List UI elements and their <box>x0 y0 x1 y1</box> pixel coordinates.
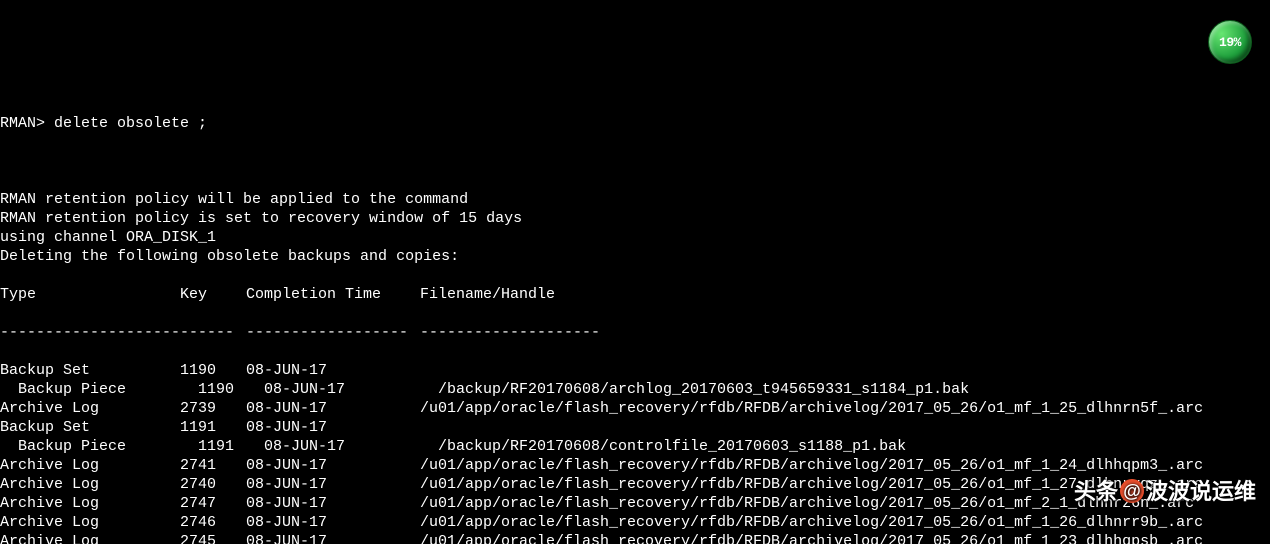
cell-file: /backup/RF20170608/archlog_20170603_t945… <box>438 380 1270 399</box>
cell-time: 08-JUN-17 <box>246 418 420 437</box>
table-row: Backup Set119108-JUN-17 <box>0 418 1270 437</box>
progress-badge: 19% <box>1208 20 1252 64</box>
header-key: Key <box>180 285 246 304</box>
table-row: Backup Piece119108-JUN-17/backup/RF20170… <box>0 437 1270 456</box>
cell-type: Archive Log <box>0 456 180 475</box>
cell-time: 08-JUN-17 <box>246 513 420 532</box>
output-line: Deleting the following obsolete backups … <box>0 247 1270 266</box>
cell-file: /u01/app/oracle/flash_recovery/rfdb/RFDB… <box>420 532 1270 544</box>
table-row: Backup Set119008-JUN-17 <box>0 361 1270 380</box>
table-header: TypeKeyCompletion TimeFilename/Handle <box>0 285 1270 304</box>
blank-line <box>0 152 1270 171</box>
table-row: Archive Log273908-JUN-17/u01/app/oracle/… <box>0 399 1270 418</box>
cell-time: 08-JUN-17 <box>264 437 438 456</box>
cell-key: 2746 <box>180 513 246 532</box>
rman-prompt: RMAN> <box>0 115 54 132</box>
cell-time: 08-JUN-17 <box>246 494 420 513</box>
cell-file: /u01/app/oracle/flash_recovery/rfdb/RFDB… <box>420 513 1270 532</box>
table-separator: ----------------------------------------… <box>0 323 1270 342</box>
cell-time: 08-JUN-17 <box>246 475 420 494</box>
output-line: RMAN retention policy will be applied to… <box>0 190 1270 209</box>
watermark: 头条 @ 波波说运维 <box>1074 479 1256 503</box>
cell-key: 1190 <box>198 380 264 399</box>
cell-type: Archive Log <box>0 494 180 513</box>
output-line: using channel ORA_DISK_1 <box>0 228 1270 247</box>
table-row: Archive Log274108-JUN-17/u01/app/oracle/… <box>0 456 1270 475</box>
cell-file <box>420 361 1270 380</box>
cell-key: 2747 <box>180 494 246 513</box>
cell-key: 1191 <box>180 418 246 437</box>
cell-key: 2740 <box>180 475 246 494</box>
cell-file: /backup/RF20170608/controlfile_20170603_… <box>438 437 1270 456</box>
table-row: Backup Piece119008-JUN-17/backup/RF20170… <box>0 380 1270 399</box>
watermark-label: 头条 <box>1074 482 1118 501</box>
header-time: Completion Time <box>246 285 420 304</box>
header-type: Type <box>0 285 180 304</box>
cell-key: 2741 <box>180 456 246 475</box>
header-file: Filename/Handle <box>420 285 1270 304</box>
cell-time: 08-JUN-17 <box>246 532 420 544</box>
cell-file: /u01/app/oracle/flash_recovery/rfdb/RFDB… <box>420 399 1270 418</box>
cell-time: 08-JUN-17 <box>246 399 420 418</box>
command-text: delete obsolete ; <box>54 115 207 132</box>
cell-time: 08-JUN-17 <box>246 361 420 380</box>
cell-type: Backup Piece <box>0 437 198 456</box>
cell-type: Backup Piece <box>0 380 198 399</box>
cell-type: Archive Log <box>0 532 180 544</box>
output-line: RMAN retention policy is set to recovery… <box>0 209 1270 228</box>
cell-type: Archive Log <box>0 475 180 494</box>
cell-key: 1191 <box>198 437 264 456</box>
cell-key: 1190 <box>180 361 246 380</box>
cell-time: 08-JUN-17 <box>246 456 420 475</box>
cell-type: Archive Log <box>0 399 180 418</box>
at-icon: @ <box>1120 479 1144 503</box>
cell-file: /u01/app/oracle/flash_recovery/rfdb/RFDB… <box>420 456 1270 475</box>
watermark-author: 波波说运维 <box>1146 482 1256 501</box>
cell-type: Backup Set <box>0 418 180 437</box>
terminal-output[interactable]: RMAN> delete obsolete ; RMAN retention p… <box>0 95 1270 544</box>
table-row: Archive Log274608-JUN-17/u01/app/oracle/… <box>0 513 1270 532</box>
cell-file <box>420 418 1270 437</box>
prompt-line: RMAN> delete obsolete ; <box>0 114 1270 133</box>
cell-key: 2745 <box>180 532 246 544</box>
badge-value: 19% <box>1219 33 1241 52</box>
cell-type: Archive Log <box>0 513 180 532</box>
table-row: Archive Log274508-JUN-17/u01/app/oracle/… <box>0 532 1270 544</box>
cell-type: Backup Set <box>0 361 180 380</box>
cell-time: 08-JUN-17 <box>264 380 438 399</box>
cell-key: 2739 <box>180 399 246 418</box>
